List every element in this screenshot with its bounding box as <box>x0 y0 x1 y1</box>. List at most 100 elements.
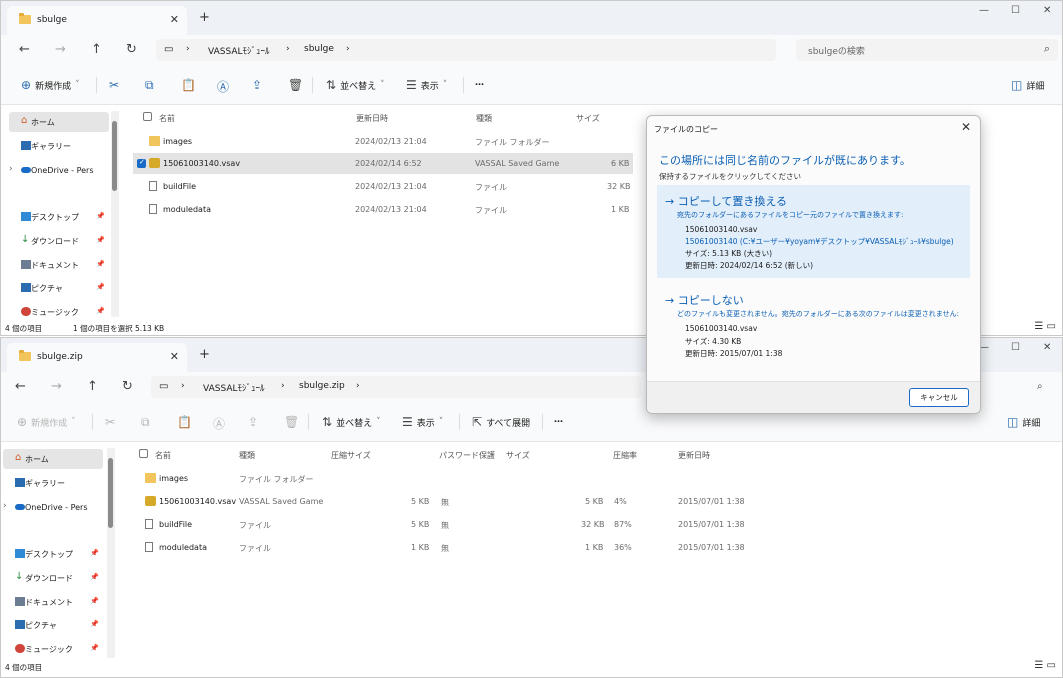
details-pane-button[interactable]: ◫ 詳細 <box>1011 78 1044 92</box>
new-button[interactable]: ⊕ 新規作成 ˅ <box>21 78 80 92</box>
more-button[interactable]: … <box>554 415 563 425</box>
scrollbar-thumb[interactable] <box>112 121 117 191</box>
sidebar-item-downloads[interactable]: ↓ ダウンロード 📌 <box>9 231 109 251</box>
sidebar-item-music[interactable]: ミュージック 📌 <box>3 639 103 659</box>
paste-button[interactable]: 📋 <box>177 415 192 429</box>
path-breadcrumb[interactable]: ▭ › VASSALﾓｼﾞｭｰﾙ › sbulge › <box>156 39 776 61</box>
breadcrumb-sbulge[interactable]: sbulge <box>304 44 334 54</box>
share-button[interactable]: ⇪ <box>248 415 258 429</box>
new-tab-button[interactable]: + <box>199 347 210 362</box>
column-header-size[interactable]: サイズ <box>506 450 530 461</box>
search-icon[interactable]: ⌕ <box>1037 381 1043 392</box>
column-header-size[interactable]: サイズ <box>576 113 600 124</box>
sidebar-item-onedrive[interactable]: › OneDrive - Pers <box>9 160 109 180</box>
tab-sbulge-zip[interactable]: sbulge.zip ✕ <box>7 343 187 372</box>
maximize-button[interactable]: ☐ <box>1011 342 1020 353</box>
sidebar-item-onedrive[interactable]: › OneDrive - Pers <box>3 497 103 517</box>
new-tab-button[interactable]: + <box>199 10 210 25</box>
sidebar-item-gallery[interactable]: ギャラリー <box>3 473 103 493</box>
sidebar-item-gallery[interactable]: ギャラリー <box>9 136 109 156</box>
file-row-selected[interactable]: 15061003140.vsav 2024/02/14 6:52 VASSAL … <box>133 153 633 174</box>
column-header-date[interactable]: 更新日時 <box>356 113 388 124</box>
sidebar-item-downloads[interactable]: ↓ ダウンロード 📌 <box>3 568 103 588</box>
sidebar-item-desktop[interactable]: デスクトップ 📌 <box>3 544 103 564</box>
sort-button[interactable]: ⇅ 並べ替え ˅ <box>326 78 385 92</box>
share-button[interactable]: ⇪ <box>252 78 262 92</box>
close-window-button[interactable]: ✕ <box>1043 342 1051 353</box>
breadcrumb-sbulge-zip[interactable]: sbulge.zip <box>299 381 345 391</box>
tiles-view-icon[interactable]: ▭ <box>1047 321 1056 332</box>
column-header-name[interactable]: 名前 <box>155 450 171 461</box>
select-all-checkbox[interactable] <box>143 112 152 121</box>
column-header-type[interactable]: 種類 <box>239 450 255 461</box>
maximize-button[interactable]: ☐ <box>1011 5 1020 16</box>
new-button[interactable]: ⊕ 新規作成 ˅ <box>17 415 76 429</box>
details-view-icon[interactable]: ☰ <box>1034 660 1043 671</box>
sidebar-item-pictures[interactable]: ピクチャ 📌 <box>9 278 109 298</box>
select-all-checkbox[interactable] <box>139 449 148 458</box>
file-row[interactable]: buildFile 2024/02/13 21:04 ファイル 32 KB <box>133 176 633 197</box>
sidebar-scrollbar[interactable] <box>111 111 119 317</box>
column-header-ratio[interactable]: 圧縮率 <box>613 450 637 461</box>
file-row[interactable]: 15061003140.vsav VASSAL Saved Game 5 KB … <box>129 491 769 512</box>
column-header-type[interactable]: 種類 <box>476 113 492 124</box>
rename-button[interactable]: Ⓐ <box>213 415 225 432</box>
back-button[interactable]: ← <box>19 42 30 57</box>
replace-option[interactable]: → コピーして置き換える 宛先のフォルダーにあるファイルをコピー元のファイルで置… <box>657 185 970 278</box>
sidebar-scrollbar[interactable] <box>107 448 115 658</box>
breadcrumb-vassal[interactable]: VASSALﾓｼﾞｭｰﾙ <box>208 44 270 57</box>
file-row[interactable]: buildFile ファイル 5 KB 無 32 KB 87% 2015/07/… <box>129 514 769 535</box>
more-button[interactable]: … <box>475 78 484 88</box>
delete-button[interactable]: 🗑 <box>288 78 303 92</box>
extract-all-button[interactable]: ⇱ すべて展開 <box>472 415 530 429</box>
sidebar-item-documents[interactable]: ドキュメント 📌 <box>3 592 103 612</box>
scrollbar-thumb[interactable] <box>108 458 113 528</box>
forward-button[interactable]: → <box>55 42 66 57</box>
minimize-button[interactable]: — <box>979 5 989 16</box>
cut-button[interactable]: ✂ <box>105 415 115 429</box>
sidebar-item-home[interactable]: ⌂ ホーム <box>9 112 109 132</box>
details-view-icon[interactable]: ☰ <box>1034 321 1043 332</box>
sidebar-item-pictures[interactable]: ピクチャ 📌 <box>3 615 103 635</box>
copy-button[interactable]: ⧉ <box>145 78 154 93</box>
refresh-button[interactable]: ↻ <box>122 379 133 394</box>
file-row[interactable]: images 2024/02/13 21:04 ファイル フォルダー <box>133 131 633 152</box>
tab-sbulge[interactable]: sbulge ✕ <box>7 6 187 35</box>
back-button[interactable]: ← <box>15 379 26 394</box>
view-button[interactable]: ☰ 表示 ˅ <box>402 415 443 429</box>
file-row[interactable]: images ファイル フォルダー <box>129 468 769 489</box>
copy-button[interactable]: ⧉ <box>141 415 150 430</box>
file-row[interactable]: moduledata 2024/02/13 21:04 ファイル 1 KB <box>133 199 633 220</box>
breadcrumb-vassal[interactable]: VASSALﾓｼﾞｭｰﾙ <box>203 381 265 394</box>
close-window-button[interactable]: ✕ <box>1043 5 1051 16</box>
sidebar-item-documents[interactable]: ドキュメント 📌 <box>9 255 109 275</box>
path-breadcrumb[interactable]: ▭ › VASSALﾓｼﾞｭｰﾙ › sbulge.zip › <box>151 376 641 398</box>
cut-button[interactable]: ✂ <box>109 78 119 92</box>
tiles-view-icon[interactable]: ▭ <box>1047 660 1056 671</box>
up-button[interactable]: ↑ <box>91 42 102 57</box>
close-tab-icon[interactable]: ✕ <box>170 350 179 363</box>
view-toggle[interactable]: ☰ ▭ <box>1034 321 1056 332</box>
close-tab-icon[interactable]: ✕ <box>170 13 179 26</box>
dialog-close-button[interactable]: ✕ <box>961 120 971 134</box>
up-button[interactable]: ↑ <box>87 379 98 394</box>
row-checkbox[interactable] <box>137 158 146 168</box>
delete-button[interactable]: 🗑 <box>284 415 299 429</box>
view-button[interactable]: ☰ 表示 ˅ <box>406 78 447 92</box>
cancel-button[interactable]: キャンセル <box>909 388 969 407</box>
forward-button[interactable]: → <box>51 379 62 394</box>
column-header-password[interactable]: パスワード保護 <box>439 450 495 461</box>
paste-button[interactable]: 📋 <box>181 78 196 92</box>
skip-option[interactable]: → コピーしない どのファイルも変更されません。宛先のフォルダーにある次のファイ… <box>657 286 970 362</box>
refresh-button[interactable]: ↻ <box>126 42 137 57</box>
details-pane-button[interactable]: ◫ 詳細 <box>1007 415 1040 429</box>
search-input[interactable]: sbulgeの検索 ⌕ <box>796 39 1058 61</box>
column-header-name[interactable]: 名前 <box>159 113 175 124</box>
column-header-date[interactable]: 更新日時 <box>678 450 710 461</box>
view-toggle[interactable]: ☰ ▭ <box>1034 660 1056 671</box>
sidebar-item-music[interactable]: ミュージック 📌 <box>9 302 109 322</box>
column-header-compressed[interactable]: 圧縮サイズ <box>331 450 371 461</box>
rename-button[interactable]: Ⓐ <box>217 78 229 95</box>
sort-button[interactable]: ⇅ 並べ替え ˅ <box>322 415 381 429</box>
file-row[interactable]: moduledata ファイル 1 KB 無 1 KB 36% 2015/07/… <box>129 537 769 558</box>
